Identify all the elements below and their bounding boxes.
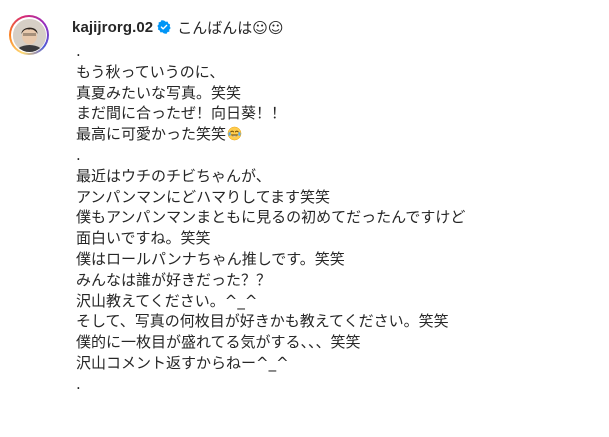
profile-photo-icon (12, 18, 46, 52)
caption-line-text: 僕的に一枚目が盛れてる気がする、、、笑笑 (76, 333, 361, 352)
caption-line-text: 僕はロールパンナちゃん推しです。笑笑 (76, 249, 345, 268)
caption-line: . (76, 41, 465, 62)
caption-line-text: 最高に可愛かった笑笑 (76, 125, 227, 144)
caption-header: kajijrorg.02 こんばんは☺︎☺︎ (72, 15, 284, 39)
story-ring[interactable] (9, 15, 49, 55)
caption-line: 最近はウチのチビちゃんが、 (76, 166, 465, 187)
caption-line-text: もう秋っていうのに、 (76, 62, 225, 81)
caption-line: 僕もアンパンマンまともに見るの初めてだったんですけど (76, 207, 465, 228)
caption-line-text: 沢山教えてください。^_^ (76, 291, 258, 310)
caption-line-text: 面白いですね。笑笑 (76, 229, 211, 248)
caption-line: 最高に可愛かった笑笑 (76, 124, 465, 145)
caption-line-text: まだ間に合ったぜ！向日葵！！ (76, 104, 287, 123)
caption-line: まだ間に合ったぜ！向日葵！！ (76, 103, 465, 124)
verified-badge-icon (157, 20, 171, 34)
caption-line: 沢山教えてください。^_^ (76, 291, 465, 312)
caption-line: 真夏みたいな写真。笑笑 (76, 83, 465, 104)
tears-of-joy-emoji (227, 126, 242, 141)
caption-line-text: そして、写真の何枚目が好きかも教えてください。笑笑 (76, 312, 449, 331)
caption-line: 僕的に一枚目が盛れてる気がする、、、笑笑 (76, 332, 465, 353)
caption-line-text: 最近はウチのチビちゃんが、 (76, 166, 271, 185)
caption-line-text: 僕もアンパンマンまともに見るの初めてだったんですけど (76, 208, 466, 227)
instagram-post-caption: kajijrorg.02 こんばんは☺︎☺︎ . もう秋っていうのに、 真夏みたいな… (0, 0, 609, 437)
caption-line: みんなは誰が好きだった？？ (76, 270, 465, 291)
caption-body: . もう秋っていうのに、 真夏みたいな写真。笑笑まだ間に合ったぜ！向日葵！！ 最高に可… (76, 41, 465, 395)
caption-line: そして、写真の何枚目が好きかも教えてください。笑笑 (76, 311, 465, 332)
caption-line-text: . (76, 42, 81, 60)
caption-line-text: . (76, 145, 81, 164)
caption-line-text: 沢山コメント返すからねー^_^ (76, 353, 289, 372)
caption-line: 僕はロールパンナちゃん推しです。笑笑 (76, 249, 465, 270)
caption-first-line: こんばんは☺︎☺︎ (177, 18, 284, 37)
username-link[interactable]: kajijrorg.02 (72, 19, 153, 36)
caption-line: アンパンマンにどハマりしてます笑笑 (76, 187, 465, 208)
avatar[interactable] (12, 18, 46, 52)
caption-line: 沢山コメント返すからねー^_^ (76, 353, 465, 374)
caption-line: もう秋っていうのに、 (76, 62, 465, 83)
caption-line-text: みんなは誰が好きだった？？ (76, 270, 272, 289)
caption-line: . (76, 374, 465, 395)
caption-line-text: . (76, 374, 81, 393)
caption-line: 面白いですね。笑笑 (76, 228, 465, 249)
caption-line-text: アンパンマンにどハマりしてます笑笑 (76, 187, 330, 206)
caption-line: . (76, 145, 465, 166)
caption-line-text: 真夏みたいな写真。笑笑 (76, 83, 242, 102)
